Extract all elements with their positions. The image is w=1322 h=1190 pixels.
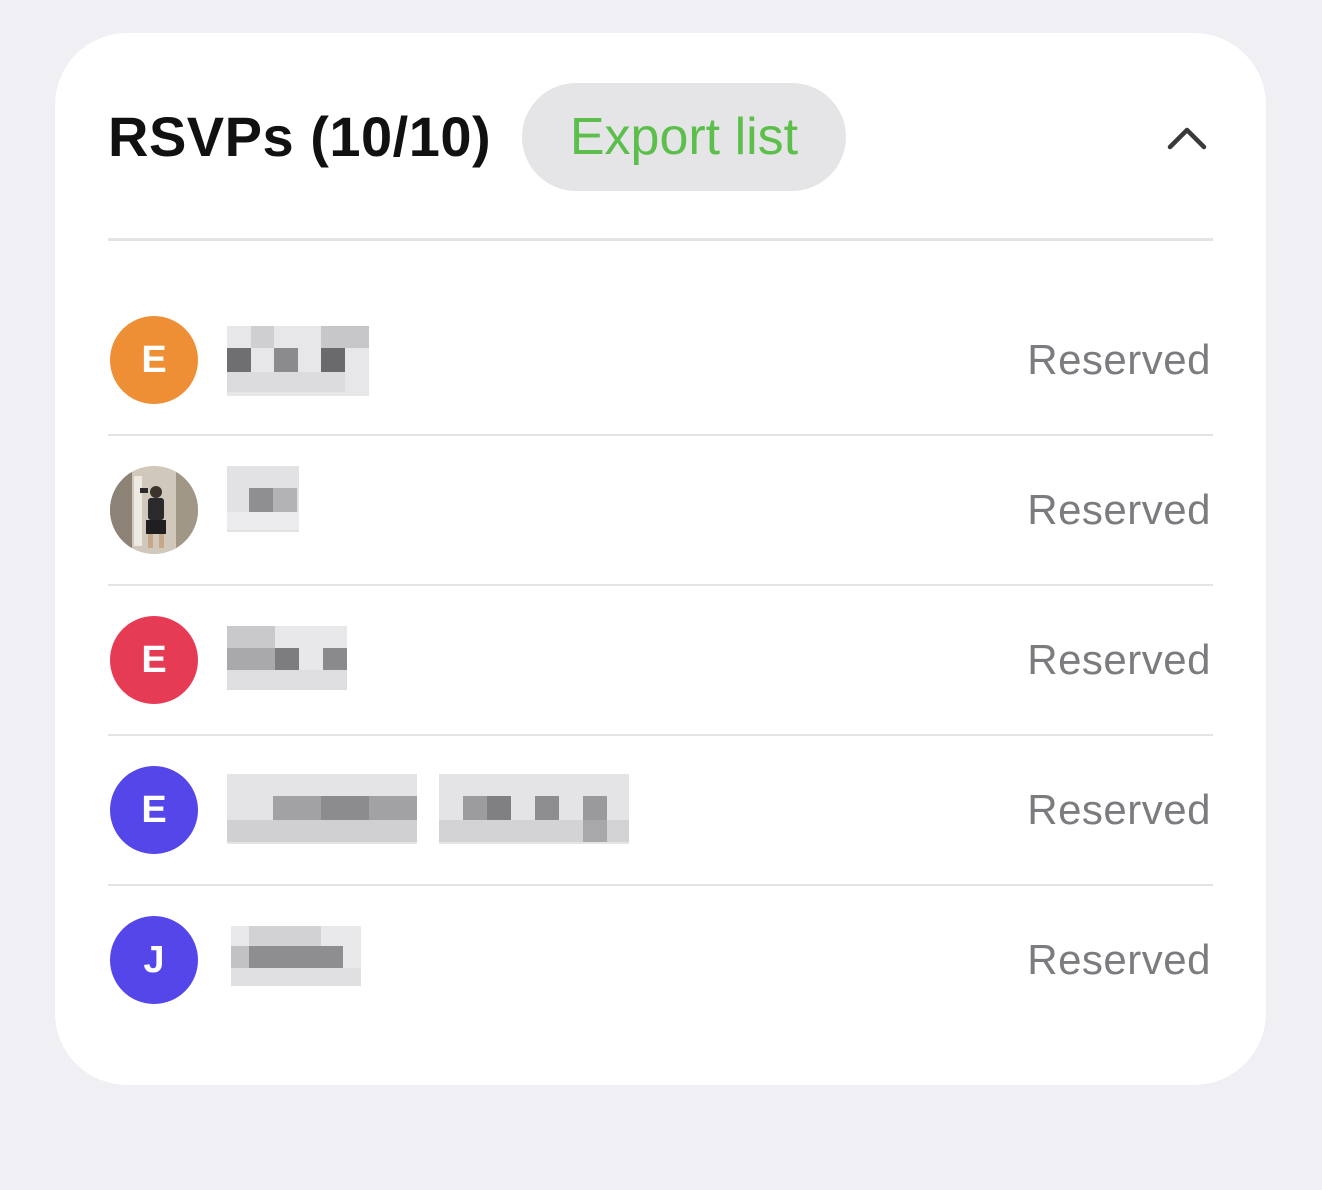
attendee-row[interactable]: E Reserved [108,286,1213,436]
attendee-name-redacted [227,926,361,996]
header-divider [108,238,1213,241]
attendee-list: E Reserved Reserved E Reserved E Reserve… [108,286,1213,1034]
attendee-row[interactable]: J Reserved [108,886,1213,1034]
rsvp-status: Reserved [1027,486,1211,533]
avatar: J [110,916,198,1004]
attendee-name-redacted [227,774,629,846]
avatar: E [110,766,198,854]
profile-photo-icon [110,466,198,554]
rsvp-status: Reserved [1027,936,1211,983]
rsvp-card: RSVPs (10/10) Export list E Reserved Res… [55,33,1266,1085]
rsvp-status: Reserved [1027,336,1211,383]
attendee-name-redacted [227,466,299,546]
export-list-button[interactable]: Export list [522,83,846,191]
rsvp-header: RSVPs (10/10) Export list [108,83,1213,191]
rsvp-status: Reserved [1027,636,1211,683]
attendee-row[interactable]: E Reserved [108,736,1213,886]
attendee-row[interactable]: E Reserved [108,586,1213,736]
attendee-name-redacted [227,326,369,396]
rsvp-status: Reserved [1027,786,1211,833]
rsvp-title: RSVPs (10/10) [108,105,492,168]
attendee-name-redacted [227,626,347,696]
avatar: E [110,316,198,404]
avatar [110,466,198,554]
avatar: E [110,616,198,704]
chevron-up-icon[interactable] [1162,113,1212,163]
attendee-row[interactable]: Reserved [108,436,1213,586]
